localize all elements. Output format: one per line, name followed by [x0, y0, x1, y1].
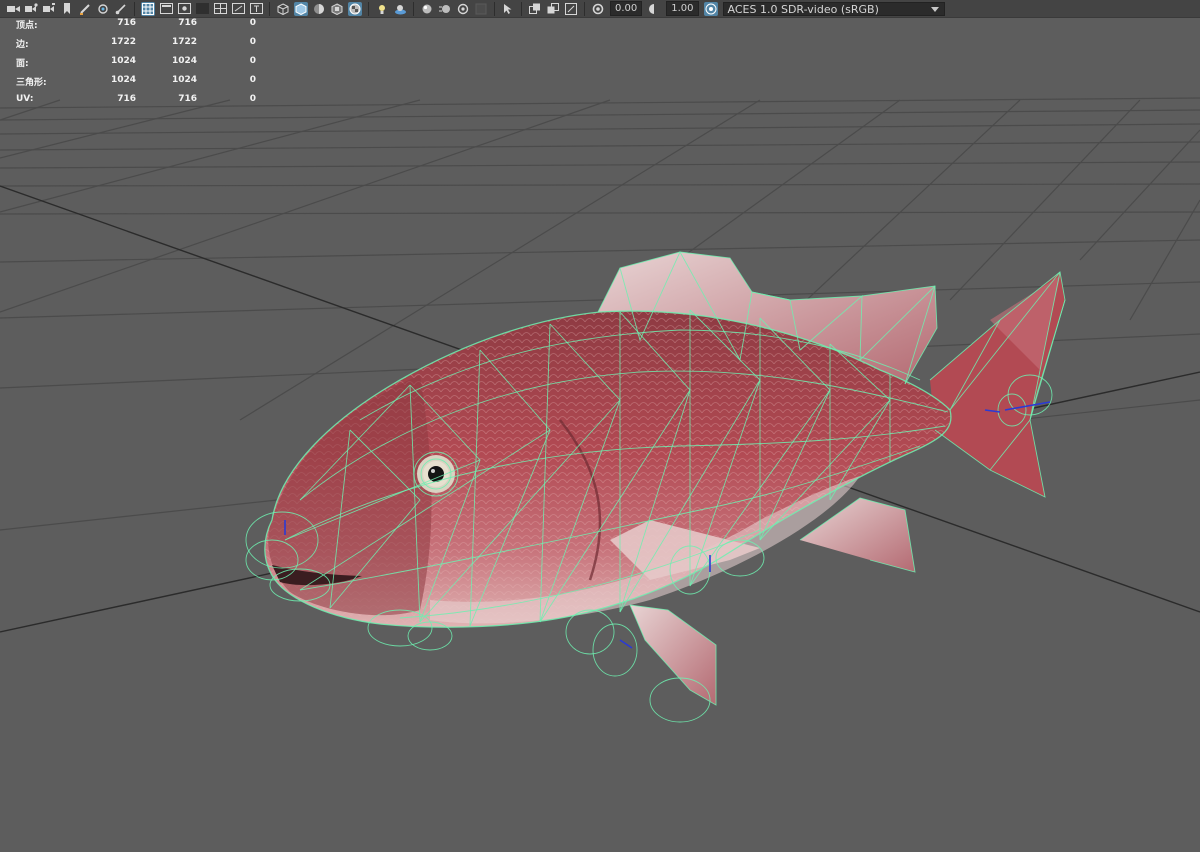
hud-value: 0: [249, 94, 256, 104]
backface-culling-icon[interactable]: [564, 2, 578, 16]
hud-value: 1722: [171, 37, 197, 47]
3d-viewport[interactable]: [0, 18, 1200, 852]
depth-of-field-icon[interactable]: [474, 2, 488, 16]
hud-value: 1024: [110, 56, 136, 66]
color-management-icon[interactable]: [703, 1, 718, 16]
textured-icon[interactable]: [330, 2, 344, 16]
screen-space-ao-icon[interactable]: [420, 2, 434, 16]
hud-value: 1024: [171, 56, 197, 66]
hud-row-triangles: 三角形: 1024 1024 0: [16, 75, 256, 94]
paint-brush-icon[interactable]: [114, 2, 128, 16]
isolate-select-icon[interactable]: [501, 2, 515, 16]
hud-label: 边:: [16, 40, 29, 50]
xray-icon[interactable]: [528, 2, 542, 16]
xray-joints-icon[interactable]: [546, 2, 560, 16]
hud-value: 0: [249, 18, 256, 28]
grid-icon[interactable]: [141, 1, 155, 16]
toolbar-separator: [494, 1, 495, 16]
resolution-gate-icon[interactable]: [177, 2, 191, 16]
use-all-lights-icon[interactable]: [375, 2, 389, 16]
hud-label: 顶点:: [16, 21, 38, 31]
safe-title-icon[interactable]: [249, 2, 263, 16]
hud-label: 面:: [16, 59, 29, 69]
hud-row-uvs: UV: 716 716 0: [16, 94, 256, 113]
hud-label: UV:: [16, 94, 34, 104]
shadows-icon[interactable]: [393, 2, 407, 16]
hud-label: 三角形:: [16, 78, 47, 88]
exposure-icon[interactable]: [591, 2, 605, 16]
exposure-field[interactable]: 0.00: [610, 1, 643, 16]
camera-lock-icon[interactable]: [42, 2, 56, 16]
wireframe-icon[interactable]: [276, 2, 290, 16]
hud-value: 716: [117, 18, 136, 28]
pelvic-fin[interactable]: [630, 605, 716, 705]
hud-value: 1024: [171, 75, 197, 85]
toolbar-separator: [269, 1, 270, 16]
poly-count-hud: 顶点: 716 716 0 边: 1722 1722 0 面: 1024 102…: [16, 18, 256, 113]
color-space-value: ACES 1.0 SDR-video (sRGB): [727, 2, 879, 16]
hud-value: 1024: [110, 75, 136, 85]
toolbar-separator: [134, 1, 135, 16]
camera-attributes-icon[interactable]: [24, 2, 38, 16]
toolbar-separator: [413, 1, 414, 16]
toolbar-separator: [368, 1, 369, 16]
grease-pencil-icon[interactable]: [78, 2, 92, 16]
hud-value: 716: [178, 94, 197, 104]
hud-value: 0: [249, 37, 256, 47]
antialias-icon[interactable]: [456, 2, 470, 16]
hud-row-edges: 边: 1722 1722 0: [16, 37, 256, 56]
gamma-field[interactable]: 1.00: [666, 1, 699, 16]
hud-value: 716: [178, 18, 197, 28]
toolbar-separator: [521, 1, 522, 16]
fish-model[interactable]: [245, 251, 1066, 723]
hud-row-vertices: 顶点: 716 716 0: [16, 18, 256, 37]
default-material-icon[interactable]: [312, 2, 326, 16]
hud-value: 716: [117, 94, 136, 104]
camera-icon[interactable]: [6, 2, 20, 16]
bookmark-icon[interactable]: [60, 2, 74, 16]
fish-eye: [417, 455, 455, 493]
hud-value: 0: [249, 75, 256, 85]
toolbar-separator: [584, 1, 585, 16]
transform-constraint-icon[interactable]: [96, 2, 110, 16]
viewport-canvas[interactable]: [0, 18, 1200, 852]
hud-value: 1722: [110, 37, 136, 47]
hud-row-faces: 面: 1024 1024 0: [16, 56, 256, 75]
hud-value: 0: [249, 56, 256, 66]
gamma-icon[interactable]: [647, 2, 661, 16]
color-space-dropdown[interactable]: ACES 1.0 SDR-video (sRGB): [722, 1, 945, 16]
chevron-down-icon: [930, 6, 939, 12]
xray-checker-icon[interactable]: [348, 1, 362, 16]
smooth-shade-icon[interactable]: [294, 1, 308, 16]
gate-mask-icon[interactable]: [195, 2, 209, 16]
field-chart-icon[interactable]: [213, 2, 227, 16]
motion-blur-icon[interactable]: [438, 2, 452, 16]
safe-action-icon[interactable]: [231, 2, 245, 16]
film-gate-icon[interactable]: [159, 2, 173, 16]
viewport-toolbar: 0.00 1.00 ACES 1.0 SDR-video (sRGB): [0, 0, 1200, 18]
